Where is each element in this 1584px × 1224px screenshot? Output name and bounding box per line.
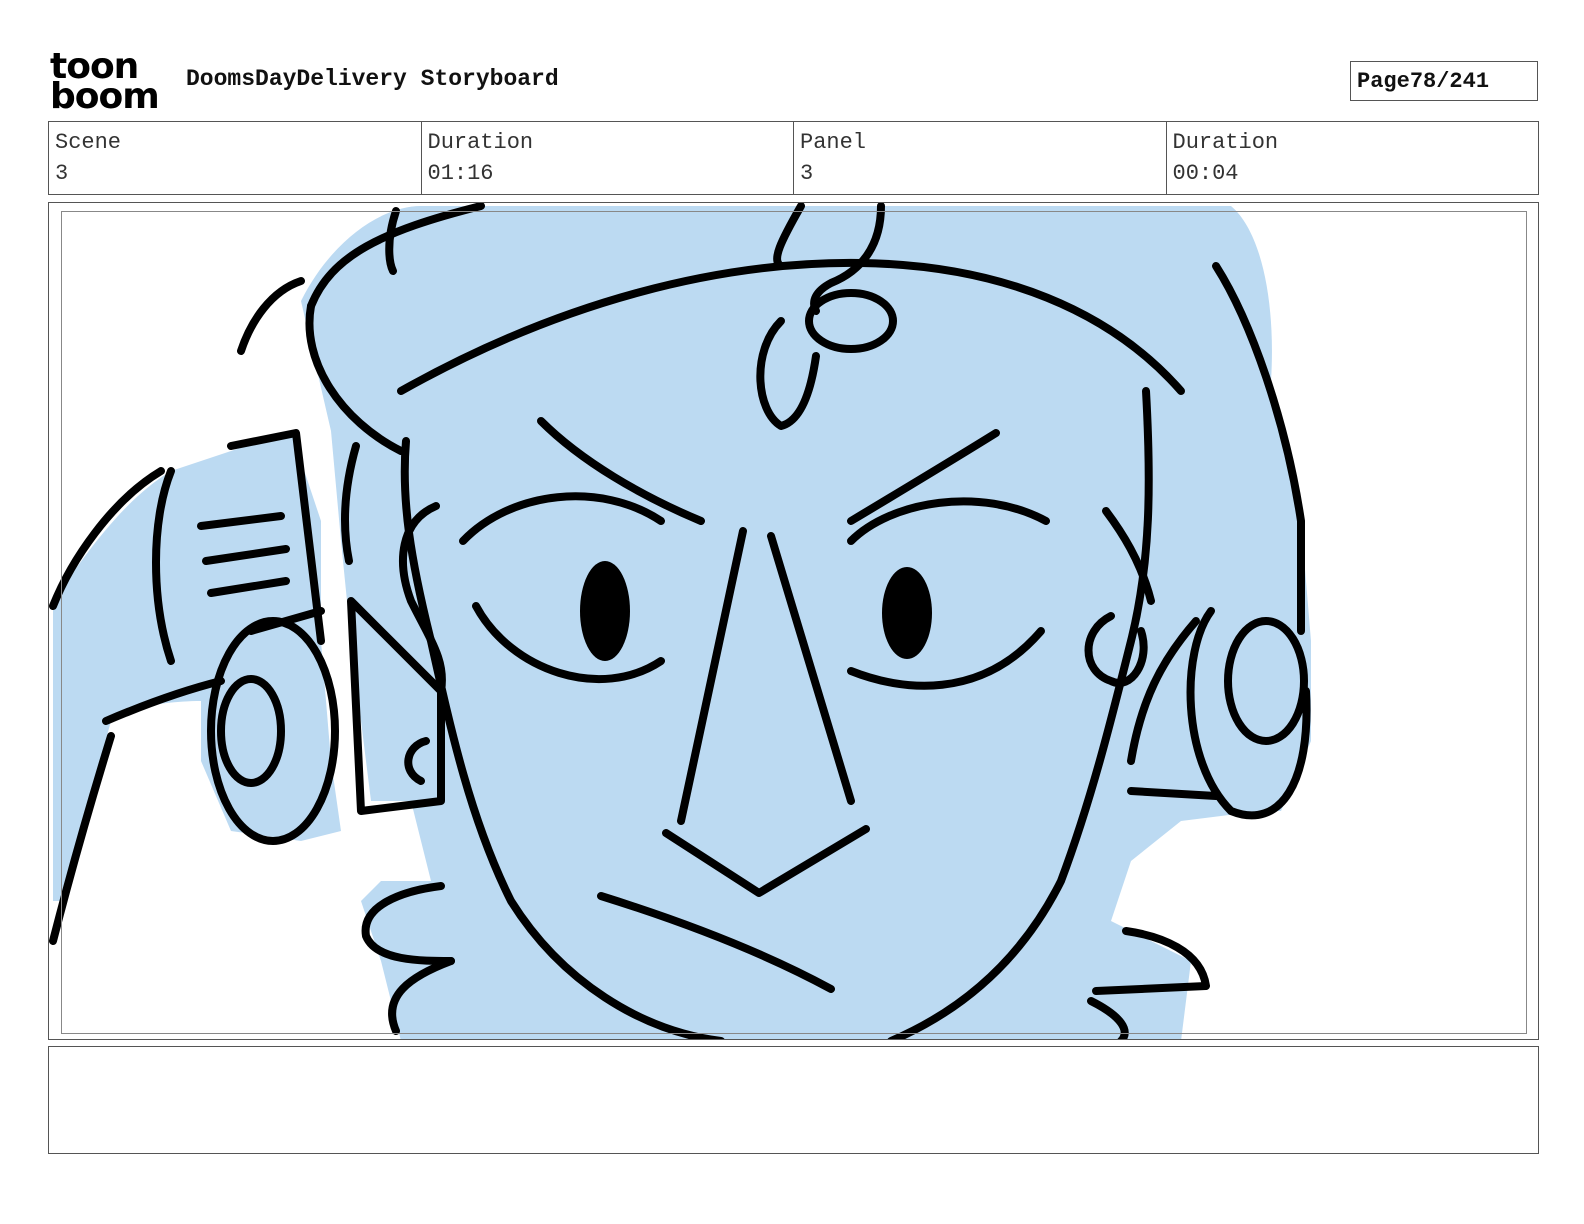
scene-duration-label: Duration [427,130,534,155]
page-label: Page [1357,68,1410,94]
storyboard-panel [48,202,1539,1040]
scene-label: Scene [55,130,122,155]
logo-line-bottom: boom [50,76,160,117]
scene-value: 3 [55,161,69,186]
page-indicator: Page 78/241 [1350,61,1538,101]
panel-notes-box [48,1046,1539,1154]
panel-duration-value: 00:04 [1172,161,1239,186]
character-sketch [49,203,1311,1039]
page-number: 78/241 [1409,68,1490,94]
scene-duration-value: 01:16 [427,161,494,186]
scene-cell: Scene 3 [49,122,422,194]
panel-value: 3 [800,161,814,186]
panel-info-table: Scene 3 Duration 01:16 Panel 3 Duration … [48,121,1539,195]
storyboard-title: DoomsDayDelivery Storyboard [186,66,559,92]
panel-cell: Panel 3 [794,122,1167,194]
panel-label: Panel [800,130,867,155]
panel-duration-cell: Duration 00:04 [1167,122,1539,194]
scene-duration-cell: Duration 01:16 [422,122,794,194]
toonboom-logo: toon boom [50,49,166,117]
panel-duration-label: Duration [1172,130,1279,155]
